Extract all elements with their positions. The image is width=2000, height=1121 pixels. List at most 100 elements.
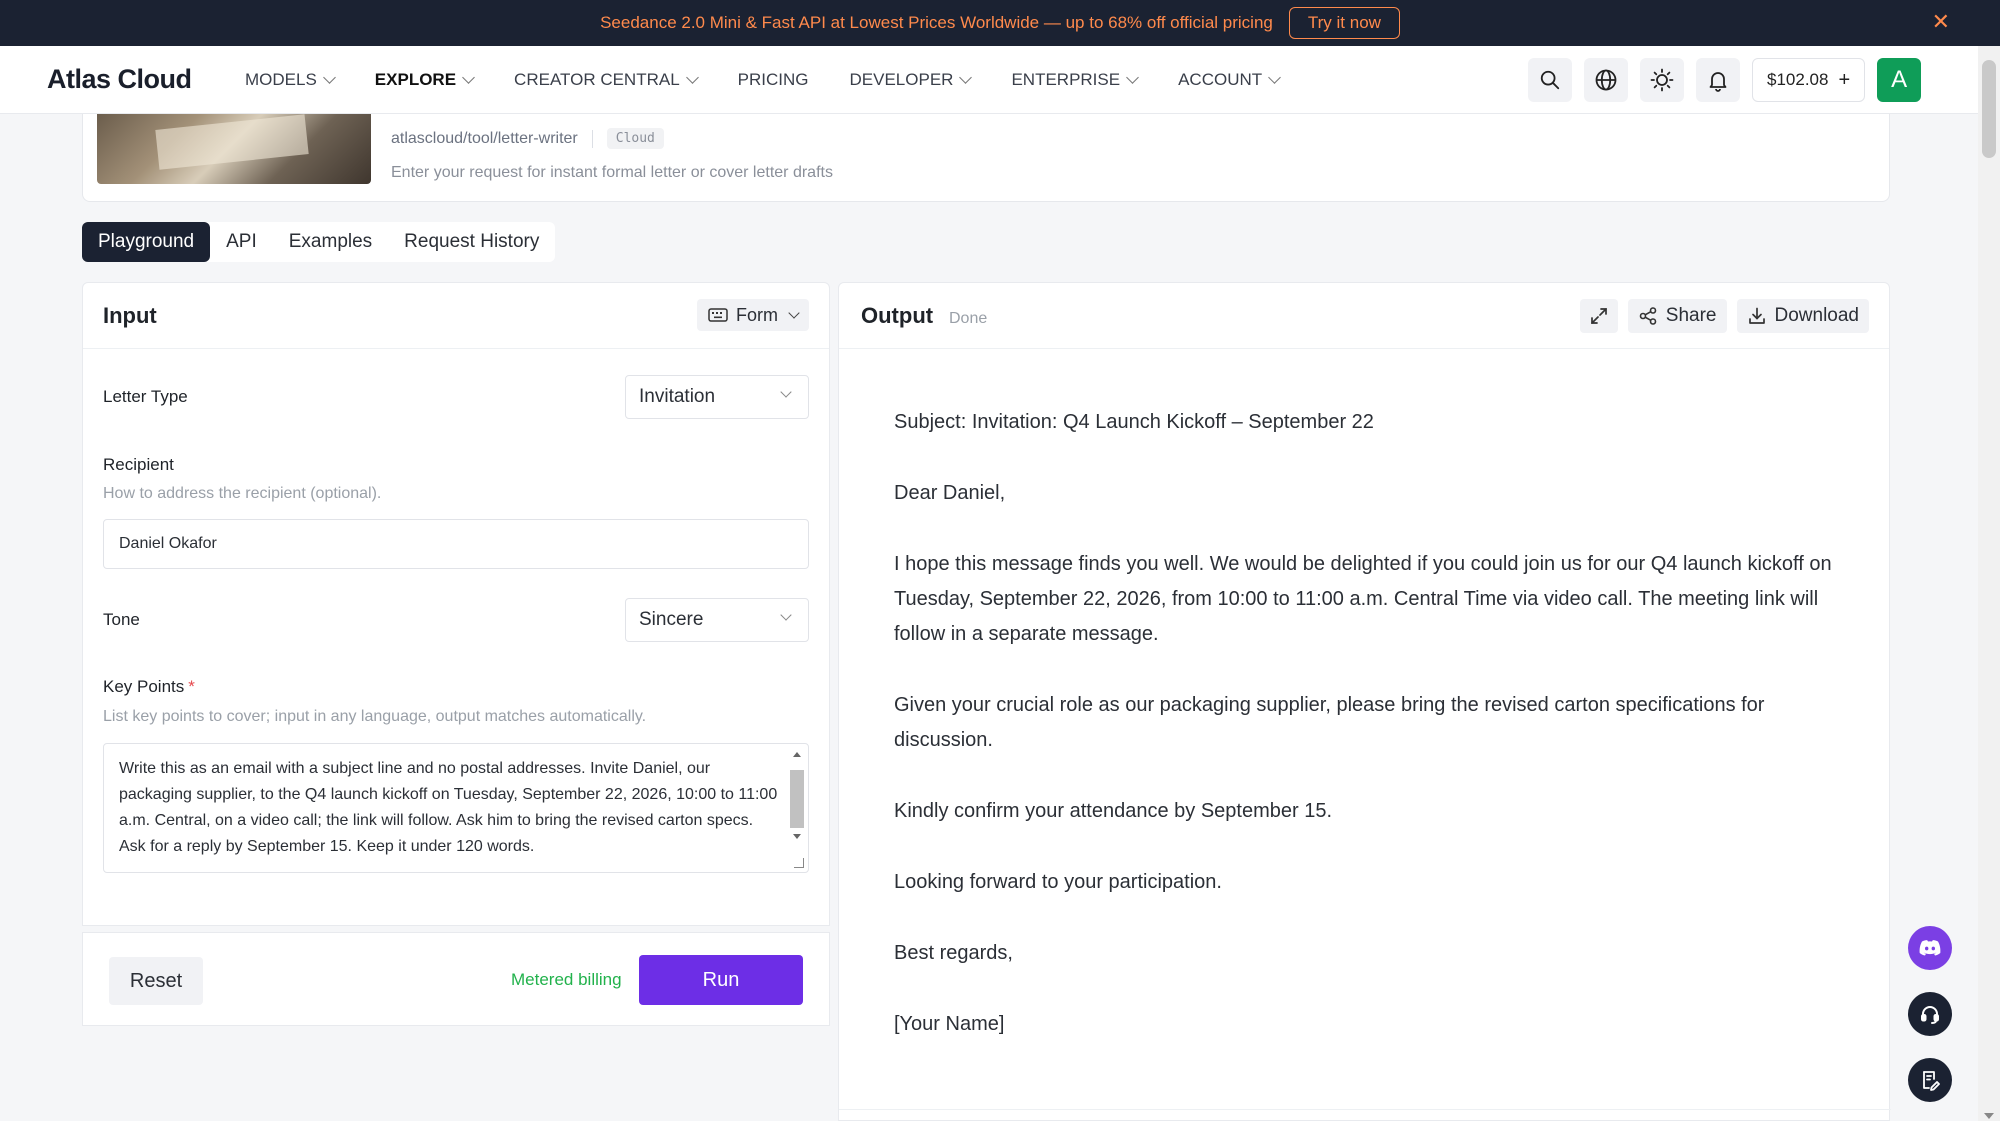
letter-signature: [Your Name] xyxy=(894,1013,1005,1035)
chevron-down-icon xyxy=(780,609,792,621)
form-mode-label: Form xyxy=(736,304,778,325)
tone-select[interactable]: Sincere xyxy=(625,598,809,642)
letter-paragraph: I hope this message finds you well. We w… xyxy=(894,553,1832,645)
download-button[interactable]: Download xyxy=(1736,299,1869,333)
tool-header: atlascloud/tool/letter-writer Cloud Ente… xyxy=(82,114,1890,202)
nav-item-explore[interactable]: EXPLORE xyxy=(375,70,475,90)
promo-banner: Seedance 2.0 Mini & Fast API at Lowest P… xyxy=(0,0,2000,46)
key-points-text: Write this as an email with a subject li… xyxy=(119,760,778,855)
chevron-down-icon xyxy=(462,71,475,84)
tone-value: Sincere xyxy=(639,609,704,630)
feedback-button[interactable] xyxy=(1908,1058,1952,1102)
share-label: Share xyxy=(1665,305,1717,326)
add-funds-icon: + xyxy=(1838,68,1851,91)
chevron-down-icon xyxy=(788,307,800,319)
edit-note-icon xyxy=(1923,1071,1940,1091)
logo[interactable]: Atlas Cloud xyxy=(47,64,192,95)
promo-text: Seedance 2.0 Mini & Fast API at Lowest P… xyxy=(600,13,1273,32)
expand-icon xyxy=(1590,308,1607,324)
output-header: Output Done Share Download xyxy=(839,283,1889,349)
keyboard-icon xyxy=(708,308,728,322)
support-button[interactable] xyxy=(1908,992,1952,1036)
page-scrollbar[interactable] xyxy=(1978,46,2000,1121)
output-status: Done xyxy=(949,310,988,327)
bell-icon xyxy=(1709,72,1727,92)
tab-api[interactable]: API xyxy=(210,222,273,262)
nav-item-label: PRICING xyxy=(737,70,809,89)
letter-paragraph: Kindly confirm your attendance by Septem… xyxy=(894,800,1333,822)
scroll-down-arrow-icon[interactable] xyxy=(793,834,801,839)
nav-item-developer[interactable]: DEVELOPER xyxy=(850,70,973,90)
tab-playground[interactable]: Playground xyxy=(82,222,211,262)
tool-path: atlascloud/tool/letter-writer Cloud xyxy=(391,128,664,149)
letter-output: Subject: Invitation: Q4 Launch Kickoff –… xyxy=(894,405,1854,1042)
nav-item-account[interactable]: ACCOUNT xyxy=(1178,70,1282,90)
close-icon[interactable]: ✕ xyxy=(1932,10,1950,34)
expand-button[interactable] xyxy=(1579,299,1618,333)
scrollbar-thumb[interactable] xyxy=(1982,60,1996,158)
scroll-down-arrow-icon[interactable] xyxy=(1984,1113,1994,1119)
divider xyxy=(591,129,593,148)
globe-icon xyxy=(1595,69,1617,91)
recipient-input[interactable] xyxy=(103,519,809,569)
theme-toggle-button[interactable] xyxy=(1640,58,1684,102)
letter-type-select[interactable]: Invitation xyxy=(625,375,809,419)
chevron-down-icon xyxy=(780,386,792,398)
nav-item-label: ENTERPRISE xyxy=(1011,70,1121,89)
letter-greeting: Dear Daniel, xyxy=(894,482,1006,504)
tool-description: Enter your request for instant formal le… xyxy=(391,164,833,181)
chevron-down-icon xyxy=(685,71,699,84)
letter-closing-line: Looking forward to your participation. xyxy=(894,871,1222,893)
resize-handle-icon[interactable] xyxy=(794,858,804,868)
reset-button[interactable]: Reset xyxy=(109,957,203,1005)
try-it-now-button[interactable]: Try it now xyxy=(1288,7,1400,39)
tab-bar: Playground API Examples Request History xyxy=(82,222,556,262)
notifications-button[interactable] xyxy=(1696,58,1740,102)
input-header: Input Form xyxy=(83,283,829,349)
chevron-down-icon xyxy=(1268,71,1282,84)
metered-billing-label: Metered billing xyxy=(511,970,622,989)
scrollbar-thumb[interactable] xyxy=(790,770,804,828)
nav-menu: MODELS EXPLORE CREATOR CENTRAL PRICING D… xyxy=(245,46,1320,114)
input-panel: Input Form Letter Type Invitation Recipi… xyxy=(82,282,830,926)
output-actions: Share Download xyxy=(1579,299,1869,333)
search-button[interactable] xyxy=(1528,58,1572,102)
output-title: Output xyxy=(861,303,934,328)
form-mode-dropdown[interactable]: Form xyxy=(697,299,809,331)
tone-label: Tone xyxy=(103,610,140,629)
avatar[interactable]: A xyxy=(1877,58,1922,102)
letter-type-label: Letter Type xyxy=(103,387,188,406)
nav-item-enterprise[interactable]: ENTERPRISE xyxy=(1011,70,1139,90)
run-button[interactable]: Run xyxy=(639,955,803,1005)
tab-request-history[interactable]: Request History xyxy=(388,222,555,262)
output-panel: Output Done Share Download Subject: Invi… xyxy=(838,282,1891,1121)
language-button[interactable] xyxy=(1584,58,1628,102)
balance-amount: $102.08 xyxy=(1767,70,1829,89)
required-mark: * xyxy=(188,677,195,696)
top-nav: Atlas Cloud MODELS EXPLORE CREATOR CENTR… xyxy=(0,46,1978,114)
balance-button[interactable]: $102.08 + xyxy=(1752,58,1866,102)
key-points-label-row: Key Points * xyxy=(103,677,195,697)
key-points-help: List key points to cover; input in any l… xyxy=(103,708,647,725)
nav-item-creator-central[interactable]: CREATOR CENTRAL xyxy=(514,70,699,90)
share-icon xyxy=(1639,307,1657,325)
nav-item-label: MODELS xyxy=(245,70,317,89)
headset-icon xyxy=(1921,1006,1939,1024)
recipient-label: Recipient xyxy=(103,455,174,474)
nav-item-label: ACCOUNT xyxy=(1178,70,1263,89)
textarea-scrollbar[interactable] xyxy=(788,746,806,870)
nav-item-models[interactable]: MODELS xyxy=(245,70,336,90)
tab-examples[interactable]: Examples xyxy=(273,222,388,262)
action-bar: Reset Metered billing Run xyxy=(82,932,830,1026)
share-button[interactable]: Share xyxy=(1627,299,1727,333)
nav-item-label: CREATOR CENTRAL xyxy=(514,70,680,89)
scroll-up-arrow-icon[interactable] xyxy=(793,752,801,757)
cloud-badge: Cloud xyxy=(606,128,664,149)
tool-thumbnail xyxy=(97,114,371,184)
discord-button[interactable] xyxy=(1908,926,1952,970)
nav-item-pricing[interactable]: PRICING xyxy=(738,70,809,90)
letter-sign-off: Best regards, xyxy=(894,942,1013,964)
letter-paragraph: Given your crucial role as our packaging… xyxy=(894,694,1765,751)
recipient-help: How to address the recipient (optional). xyxy=(103,485,382,502)
key-points-textarea[interactable]: Write this as an email with a subject li… xyxy=(103,743,809,873)
